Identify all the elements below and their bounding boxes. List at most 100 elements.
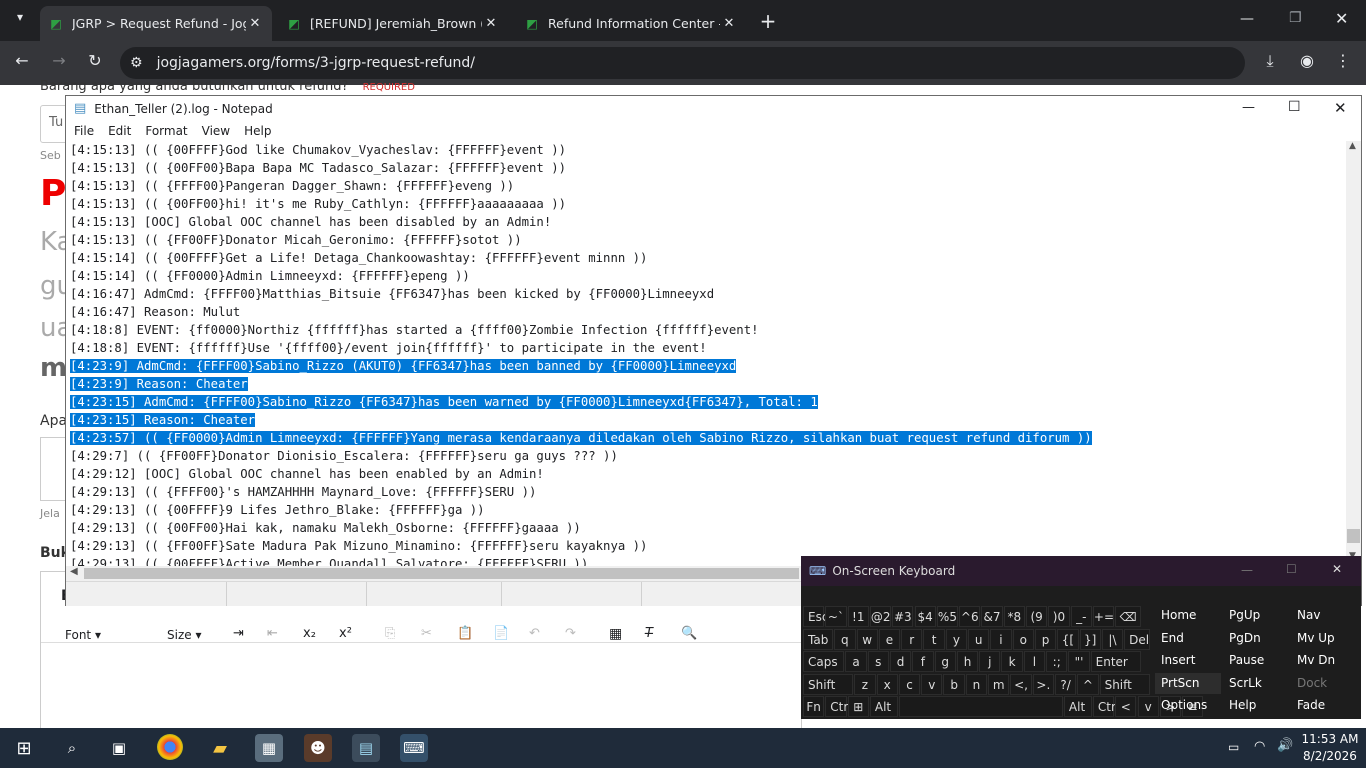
scroll-thumb[interactable] [1347,529,1360,543]
menu-edit[interactable]: Edit [108,124,131,138]
osk-key[interactable]: o [1012,628,1034,650]
osk-nav-key[interactable]: Insert [1155,650,1221,671]
preview-icon[interactable]: 🔍 [681,626,697,641]
osk-key[interactable]: Tab [803,628,834,650]
notepad-taskbar-icon[interactable]: ▤ [352,734,380,762]
osk-nav-key[interactable]: PgDn [1223,628,1289,649]
osk-key[interactable]: Ctrl [825,696,852,717]
restore-icon[interactable]: ❐ [1289,10,1302,26]
notepad-close-icon[interactable]: ✕ [1334,99,1347,117]
osk-key[interactable]: $4 [914,606,936,627]
osk-key[interactable]: p [1034,628,1057,650]
scroll-left-icon[interactable]: ◀ [70,566,78,577]
forward-icon[interactable]: → [47,51,71,70]
osk-key[interactable]: l [1023,651,1046,672]
osk-key[interactable]: *8 [1003,606,1025,627]
osk-key[interactable]: b [943,673,965,695]
osk-key[interactable]: Alt [869,696,898,717]
subscript-icon[interactable]: x₂ [303,626,316,641]
indent-icon[interactable]: ⇥ [233,626,244,641]
osk-key[interactable]: ?/ [1054,673,1077,695]
osk-key[interactable]: n [965,673,988,695]
osk-key[interactable]: Enter [1090,651,1141,672]
osk-key[interactable]: <, [1010,673,1032,695]
osk-nav-key[interactable]: Mv Dn [1291,650,1357,671]
osk-key[interactable]: h [956,651,979,672]
outdent-icon[interactable]: ⇤ [267,626,278,641]
osk-maximize-icon[interactable]: ☐ [1286,562,1297,576]
undo-icon[interactable]: ↶ [529,626,540,641]
osk-key[interactable]: u [968,628,990,650]
osk-key[interactable]: ⌫ [1115,606,1141,627]
clear-format-icon[interactable]: T̶ [645,626,653,641]
redo-icon[interactable]: ↷ [565,626,576,641]
site-info-icon[interactable]: ⚙ [130,55,143,71]
osk-key[interactable]: q [834,628,856,650]
close-tab-icon[interactable]: ✕ [720,16,738,31]
osk-taskbar-icon[interactable]: ⌨ [400,734,428,762]
osk-key[interactable]: &7 [981,606,1003,627]
osk-key[interactable]: Caps [803,651,845,672]
search-icon[interactable]: ⌕ [58,734,86,762]
menu-help[interactable]: Help [244,124,271,138]
address-bar[interactable]: ⚙ jogjagamers.org/forms/3-jgrp-request-r… [120,47,1245,79]
osk-key[interactable]: g [934,651,956,672]
vertical-scrollbar[interactable]: ▲ ▼ [1346,141,1361,566]
notepad-minimize-icon[interactable]: — [1242,100,1255,115]
osk-key[interactable]: Shift [803,673,854,695]
paste-icon[interactable]: 📋 [457,626,473,641]
osk-key[interactable]: #3 [892,606,914,627]
osk-key[interactable]: w [856,628,878,650]
osk-key[interactable]: k [1001,651,1023,672]
tab-request-refund[interactable]: ◩ JGRP > Request Refund - Jogja ✕ [40,6,272,41]
osk-key[interactable]: Alt [1063,696,1092,717]
osk-key[interactable]: Fn [803,696,825,717]
osk-nav-key[interactable]: Help [1223,695,1289,716]
osk-key[interactable] [898,696,1063,717]
tab-refund-jeremiah[interactable]: ◩ [REFUND] Jeremiah_Brown ( Jea ✕ [278,6,508,41]
osk-key[interactable]: @2 [869,606,892,627]
osk-key[interactable]: :; [1046,651,1068,672]
osk-key[interactable]: (9 [1026,606,1048,627]
osk-key[interactable]: ⊞ [847,696,869,717]
cut-icon[interactable]: ✂ [421,626,432,641]
close-tab-icon[interactable]: ✕ [246,16,264,31]
close-window-icon[interactable]: ✕ [1335,9,1348,28]
paste-text-icon[interactable]: 📄 [493,626,509,641]
size-select[interactable]: Size ▾ [167,628,201,642]
osk-nav-key[interactable]: Home [1155,605,1221,626]
osk-key[interactable]: e [878,628,901,650]
osk-nav-key[interactable]: Pause [1223,650,1289,671]
copy-icon[interactable]: ⎘ [385,626,395,641]
clock[interactable]: 11:53 AM 8/2/2026 [1298,731,1362,765]
osk-key[interactable]: r [901,628,923,650]
osk-key[interactable]: )0 [1048,606,1070,627]
osk-key[interactable]: ~` [825,606,847,627]
notepad-titlebar[interactable]: ▤ Ethan_Teller (2).log - Notepad — ☐ ✕ [66,96,1361,121]
osk-key[interactable]: >. [1032,673,1054,695]
osk-key[interactable]: v [921,673,943,695]
osk-nav-key[interactable]: ScrLk [1223,673,1289,694]
osk-key[interactable]: t [923,628,945,650]
volume-icon[interactable]: 🔊 [1277,738,1293,753]
hscroll-thumb[interactable] [84,568,799,579]
table-icon[interactable]: ▦ [609,626,622,642]
osk-key[interactable]: Esc [803,606,828,627]
osk-key[interactable]: f [912,651,934,672]
osk-key[interactable]: i [990,628,1012,650]
battery-icon[interactable]: ▭ [1228,740,1239,754]
osk-key[interactable]: d [889,651,912,672]
start-icon[interactable]: ⊞ [10,734,38,762]
new-tab-button[interactable]: + [756,9,780,33]
osk-key[interactable]: !1 [847,606,869,627]
osk-key[interactable]: < [1115,696,1137,717]
osk-key[interactable]: x [876,673,898,695]
osk-key[interactable]: "' [1068,651,1090,672]
notepad-text-area[interactable]: [4:15:13] (( {00FFFF}God like Chumakov_V… [66,141,1346,566]
osk-key[interactable]: ^6 [959,606,981,627]
osk-nav-key[interactable]: Dock [1291,673,1357,694]
osk-key[interactable]: }] [1079,628,1101,650]
osk-key[interactable]: m [988,673,1010,695]
superscript-icon[interactable]: x² [339,626,352,641]
file-explorer-icon[interactable]: ▰ [206,734,234,762]
